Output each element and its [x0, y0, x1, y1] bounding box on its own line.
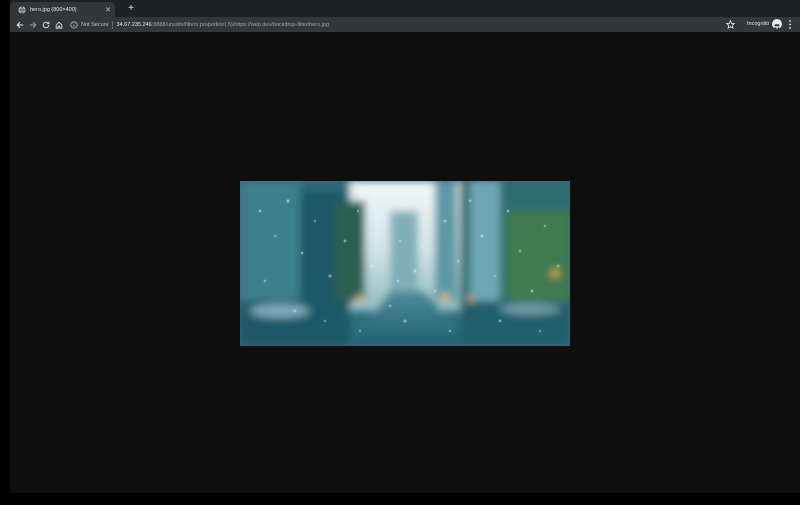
omnibox-divider [111, 20, 113, 29]
tab-strip: hero.jpg (800×400) ✕ + [10, 0, 800, 17]
new-tab-button[interactable]: + [125, 3, 137, 15]
back-arrow-icon [16, 21, 23, 28]
forward-button[interactable] [26, 18, 39, 31]
home-icon [55, 21, 62, 29]
vertical-dots-menu-icon[interactable] [786, 19, 794, 30]
browser-window: hero.jpg (800×400) ✕ + Not Secure 34.67.… [0, 0, 800, 505]
close-icon[interactable]: ✕ [103, 6, 113, 14]
info-icon[interactable] [70, 20, 78, 29]
page-content [10, 32, 800, 493]
home-button[interactable] [52, 18, 65, 31]
address-bar[interactable]: Not Secure 34.67.235.246 :8888/unsafe/fi… [70, 18, 750, 31]
star-icon[interactable] [726, 20, 735, 29]
forward-arrow-icon [29, 21, 36, 28]
incognito-glyph-icon [774, 24, 780, 30]
globe-icon [18, 5, 26, 14]
security-status[interactable]: Not Secure [81, 22, 109, 28]
hero-image [240, 181, 570, 346]
url-host[interactable]: 34.67.235.246 [117, 22, 152, 28]
toolbar: Not Secure 34.67.235.246 :8888/unsafe/fi… [10, 17, 800, 32]
back-button[interactable] [13, 18, 26, 31]
incognito-label[interactable]: Incognito [747, 21, 769, 27]
url-path[interactable]: :8888/unsafe/filters:proportion(.5)/http… [152, 22, 329, 28]
tab-title: hero.jpg (800×400) [30, 6, 77, 13]
incognito-avatar-icon[interactable] [772, 19, 782, 30]
reload-button[interactable] [39, 18, 52, 31]
reload-icon [42, 21, 49, 28]
tab-hero[interactable]: hero.jpg (800×400) ✕ [10, 2, 115, 17]
rain-window-city-image [240, 181, 570, 346]
